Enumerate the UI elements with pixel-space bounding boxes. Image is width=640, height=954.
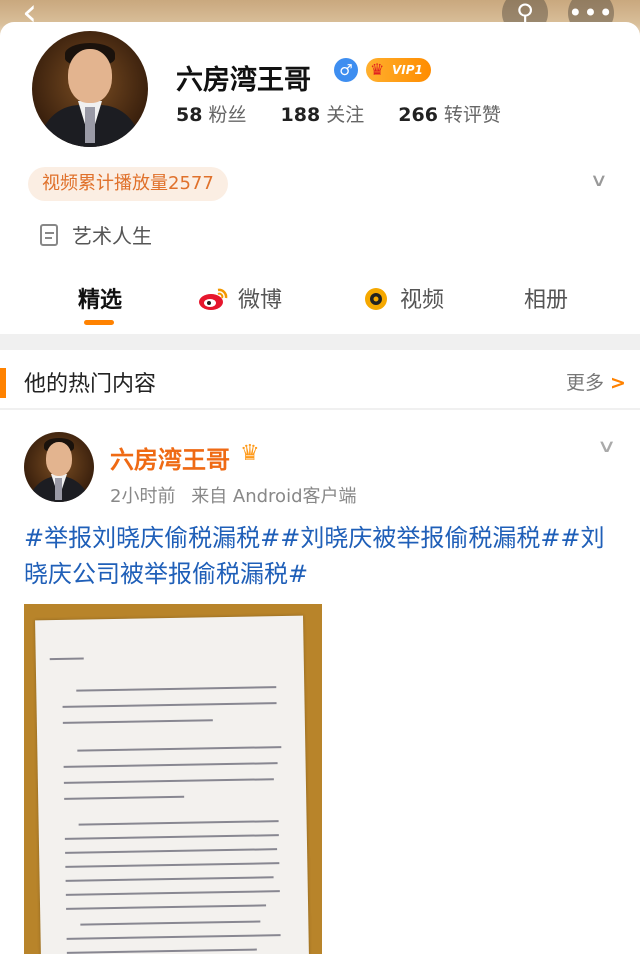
active-tab-indicator [84, 320, 114, 325]
post-source: 来自 Android客户端 [191, 486, 357, 507]
tab-video[interactable]: 视频 [362, 282, 444, 314]
section-accent [0, 368, 6, 398]
vip-label: VIP1 [392, 63, 423, 77]
post-time: 2小时前 [110, 486, 176, 507]
chevron-right-icon: > [610, 372, 626, 394]
likes-stat[interactable]: 266 转评赞 [398, 100, 501, 127]
more-label: 更多 [566, 372, 605, 394]
chevron-down-icon[interactable]: ∨ [590, 170, 621, 192]
profile-name: 六房湾王哥 [176, 65, 311, 96]
tab-weibo-label: 微博 [238, 288, 283, 313]
crown-icon: ♛ [240, 441, 260, 466]
handwritten-letter-image [35, 615, 309, 954]
tab-featured[interactable]: 精选 [78, 282, 122, 314]
following-stat[interactable]: 188 关注 [281, 100, 365, 127]
following-count: 188 [280, 104, 321, 126]
crown-icon: ♛ [370, 60, 385, 79]
following-label: 关注 [326, 104, 365, 126]
bio-text: 艺术人生 [72, 224, 152, 248]
chevron-down-icon[interactable]: ∨ [597, 436, 617, 457]
video-icon [365, 288, 387, 310]
likes-label: 转评赞 [443, 104, 501, 126]
followers-label: 粉丝 [208, 104, 247, 126]
post-avatar[interactable] [24, 432, 94, 502]
vip-badge[interactable]: ♛ VIP1 [366, 58, 431, 82]
tab-video-label: 视频 [400, 288, 445, 313]
divider [0, 408, 640, 410]
section-divider [0, 334, 640, 350]
likes-count: 266 [398, 104, 438, 126]
video-play-count-tag[interactable]: 视频累计播放量2577 [28, 167, 228, 201]
post-topics[interactable]: #举报刘晓庆偷税漏税##刘晓庆被举报偷税漏税##刘晓庆公司被举报偷税漏税# [24, 520, 624, 592]
followers-count: 58 [176, 104, 203, 126]
more-link[interactable]: 更多 > [566, 368, 626, 395]
profile-stats: 58 粉丝 188 关注 266 转评赞 [176, 100, 529, 127]
tab-weibo[interactable]: 微博 [198, 282, 282, 314]
male-icon: ♂ [334, 58, 358, 82]
post-meta: 2小时前 来自 Android客户端 [110, 482, 357, 508]
bio: 艺术人生 [40, 220, 152, 249]
tab-album[interactable]: 相册 [524, 282, 568, 314]
section-title: 他的热门内容 [24, 372, 157, 397]
post-author[interactable]: 六房湾王哥 [110, 440, 230, 475]
weibo-icon [199, 288, 228, 310]
followers-stat[interactable]: 58 粉丝 [176, 100, 246, 127]
avatar[interactable] [28, 27, 152, 151]
document-icon [40, 224, 58, 246]
